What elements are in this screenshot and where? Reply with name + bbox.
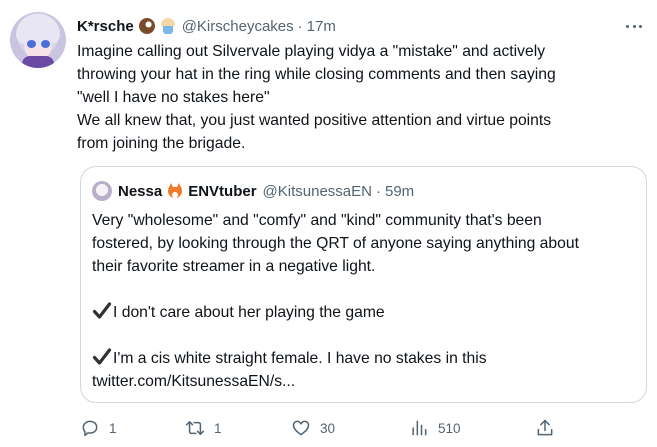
cupcake-emoji-icon — [160, 18, 176, 34]
view-count: 510 — [438, 420, 461, 436]
header-separator: · — [297, 17, 303, 35]
quoted-text-blank — [92, 278, 637, 301]
quoted-text-blank — [92, 324, 637, 347]
quoted-author-handle: @KitsunessaEN — [262, 182, 372, 200]
quoted-tweet[interactable]: Nessa ENVtuber @KitsunessaEN · 59m Very … — [80, 166, 647, 403]
check-mark-icon — [92, 301, 112, 321]
author-handle[interactable]: @Kirscheycakes — [182, 18, 294, 35]
quoted-check-text: I don't care about her playing the game — [113, 304, 385, 321]
tweet-text-line: throwing your hat in the ring while clos… — [77, 66, 556, 83]
tweet-text: Imagine calling out Silvervale playing v… — [77, 40, 637, 155]
tweet-text-line: "well I have no stakes here" — [77, 89, 270, 106]
check-mark-icon — [92, 347, 112, 367]
fox-emoji-icon — [166, 183, 184, 199]
author-display-name[interactable]: K*rsche — [77, 18, 134, 35]
views-button[interactable]: 510 — [409, 416, 461, 440]
quoted-text-line: I'm a cis white straight female. I have … — [92, 347, 637, 370]
quoted-tweet-header: Nessa ENVtuber @KitsunessaEN · 59m — [92, 181, 414, 201]
retweet-icon — [185, 421, 205, 435]
quoted-tweet-link[interactable]: twitter.com/KitsunessaEN/s... — [92, 370, 637, 393]
like-button[interactable]: 30 — [291, 416, 335, 440]
quoted-text-line: fostered, by looking through the QRT of … — [92, 235, 579, 252]
share-button[interactable] — [535, 416, 564, 440]
reply-count: 1 — [109, 420, 117, 436]
avatar-eye-right — [41, 40, 50, 48]
tweet-actions: 1 1 30 510 — [77, 416, 557, 440]
retweet-button[interactable]: 1 — [185, 416, 222, 440]
quoted-author-name: Nessa — [118, 182, 163, 200]
quoted-text-line: their favorite streamer in a negative li… — [92, 258, 376, 275]
reply-icon — [82, 420, 98, 437]
tweet-text-line: from joining the brigade. — [77, 135, 246, 152]
avatar-hair — [16, 14, 60, 44]
heart-icon — [292, 420, 310, 436]
quoted-text-line: Very "wholesome" and "comfy" and "kind" … — [92, 212, 542, 229]
tweet-timestamp[interactable]: 17m — [307, 18, 336, 35]
quoted-check-text: I'm a cis white straight female. I have … — [113, 350, 487, 367]
avatar-clothing — [22, 56, 54, 68]
share-icon — [537, 419, 553, 436]
retweet-count: 1 — [214, 420, 222, 436]
reply-button[interactable]: 1 — [80, 416, 117, 440]
tweet[interactable]: K*rsche @Kirscheycakes · 17m Imagine cal… — [0, 0, 657, 447]
quoted-header-separator: · — [376, 182, 381, 200]
quoted-author-avatar — [92, 181, 112, 201]
quoted-tweet-text: Very "wholesome" and "comfy" and "kind" … — [92, 209, 637, 393]
coconut-emoji-icon — [138, 18, 155, 34]
quoted-text-line: I don't care about her playing the game — [92, 301, 637, 324]
tweet-header: K*rsche @Kirscheycakes · 17m — [77, 15, 336, 37]
avatar-eye-left — [27, 40, 36, 48]
quoted-tweet-timestamp: 59m — [385, 182, 415, 200]
author-avatar[interactable] — [10, 12, 66, 68]
quoted-author-name-suffix: ENVtuber — [188, 182, 257, 200]
views-chart-icon — [412, 420, 427, 436]
tweet-text-line: Imagine calling out Silvervale playing v… — [77, 43, 546, 60]
more-options-icon[interactable] — [624, 16, 644, 36]
like-count: 30 — [320, 420, 336, 436]
tweet-text-line: We all knew that, you just wanted positi… — [77, 112, 552, 129]
